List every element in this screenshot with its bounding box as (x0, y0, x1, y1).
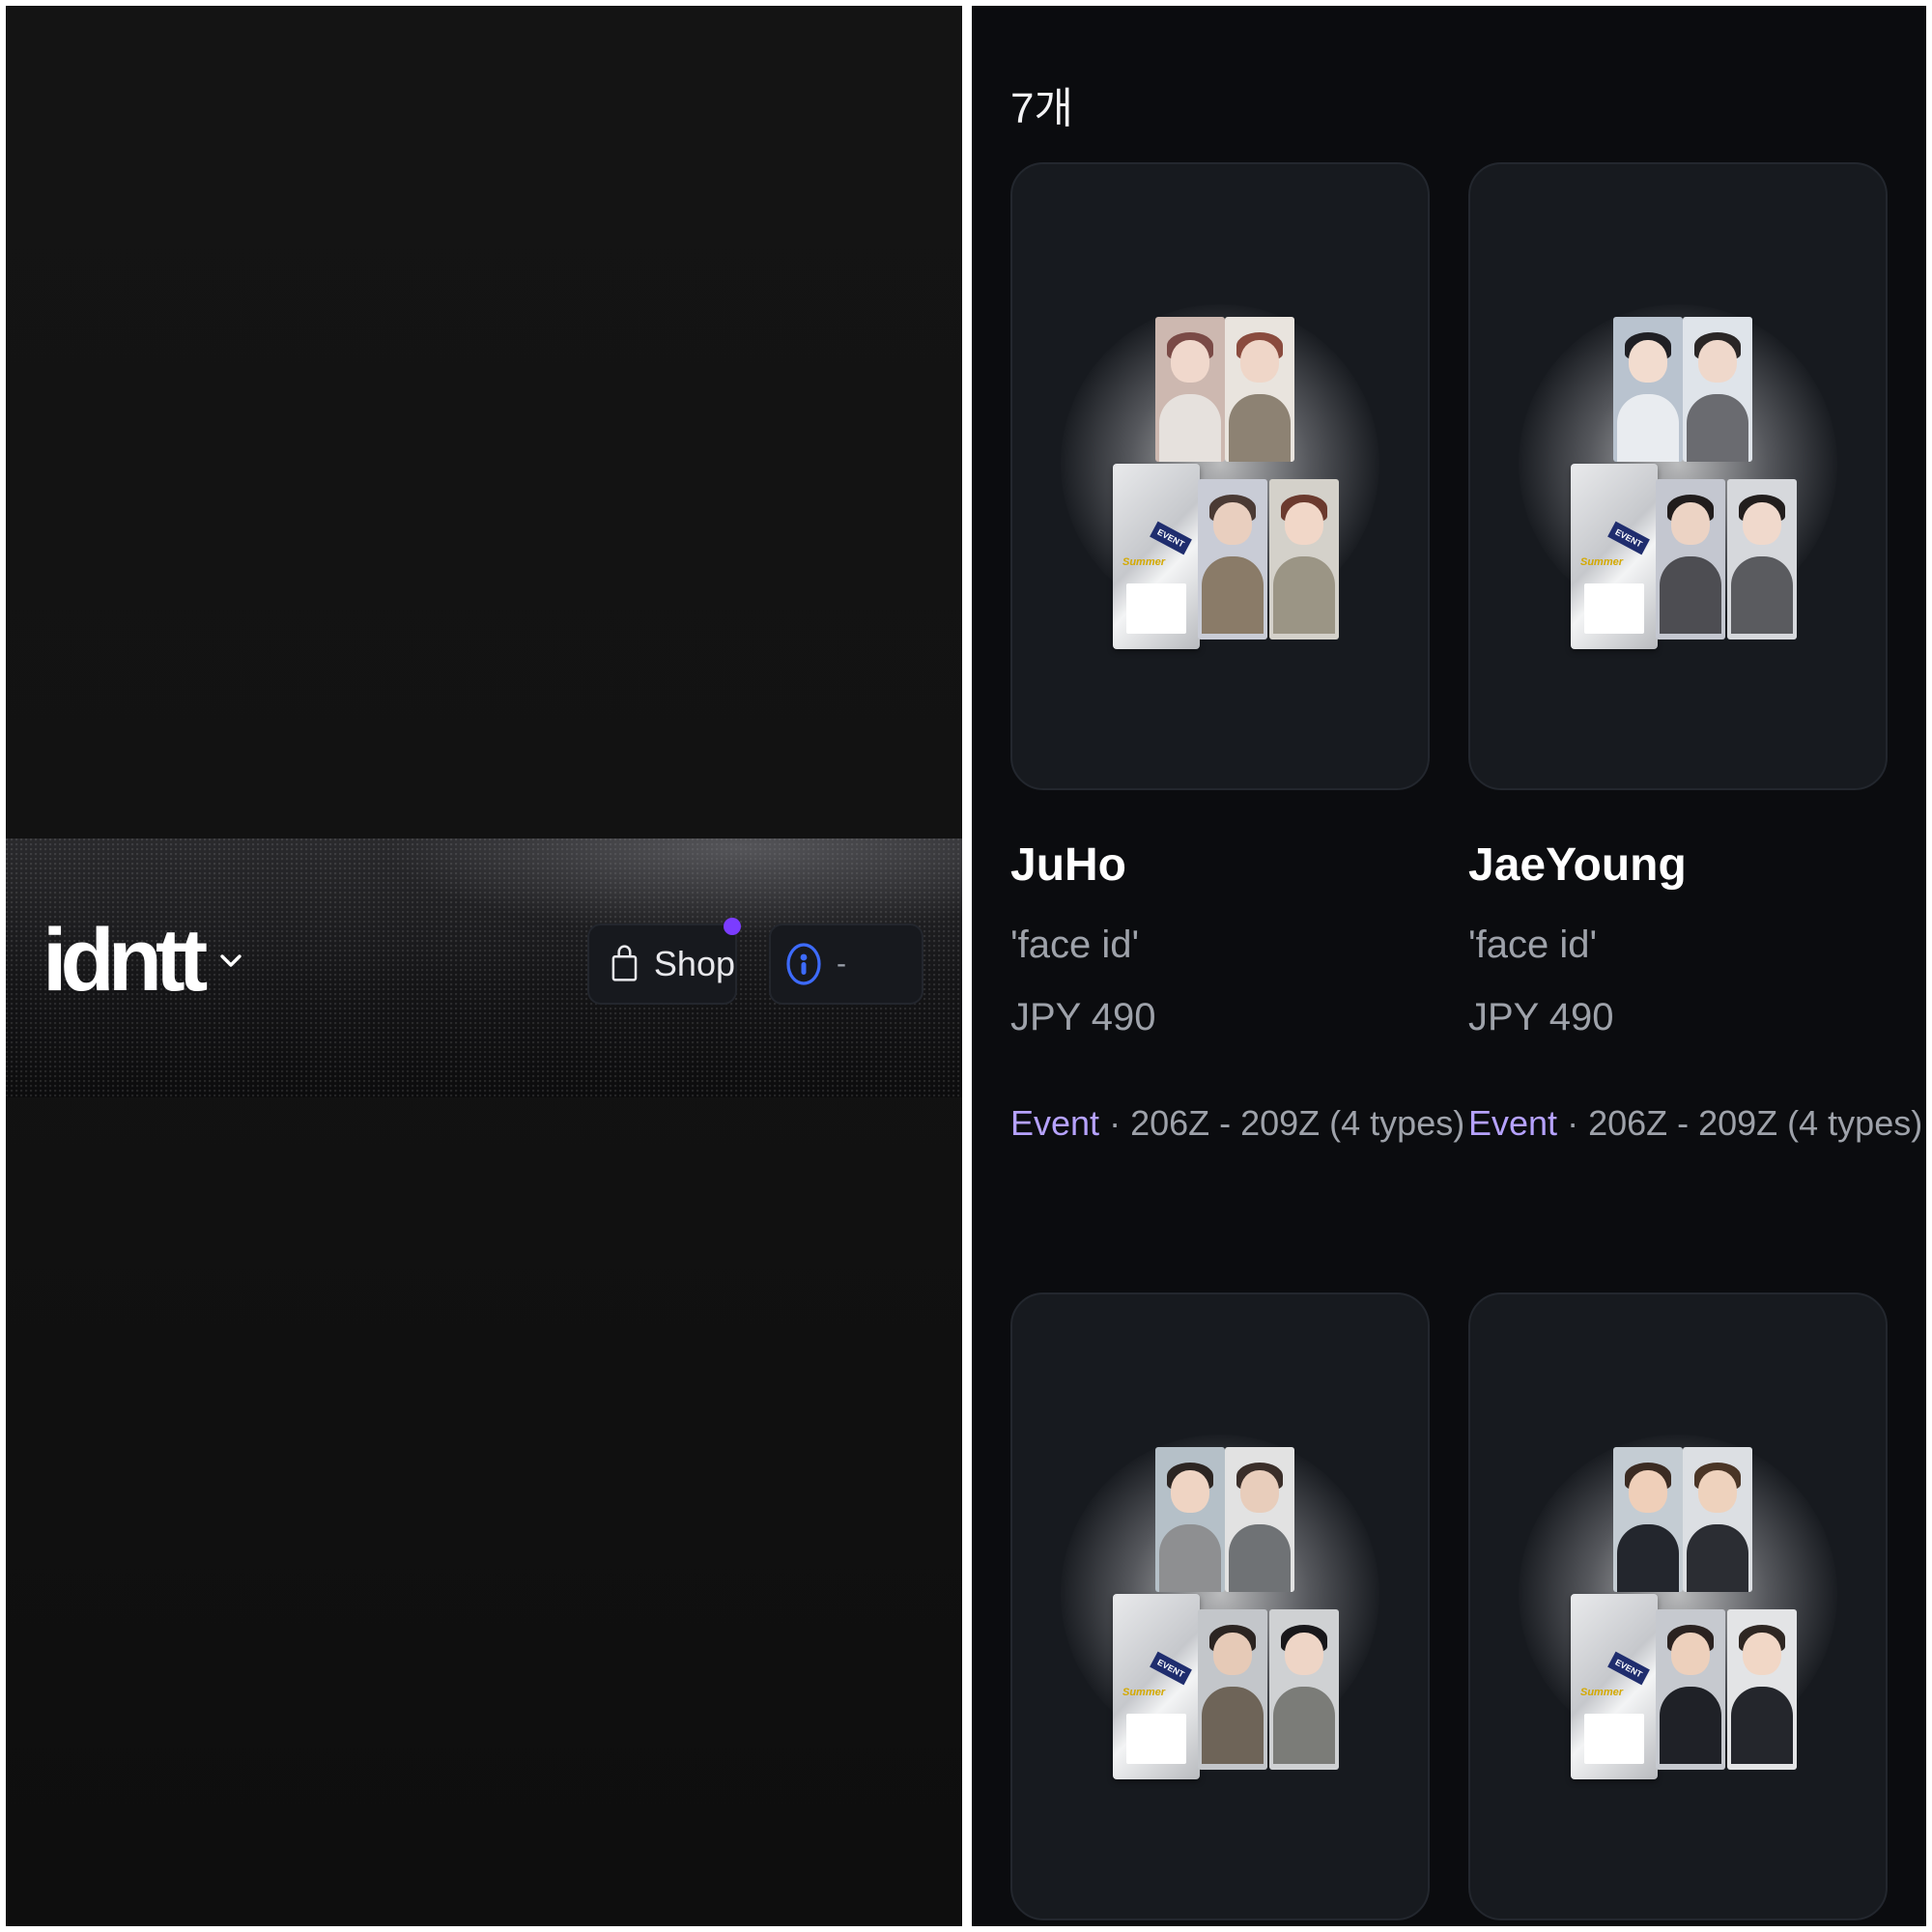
photocard-image (1683, 317, 1752, 462)
product-image: EVENT Summer (1113, 317, 1341, 649)
product-card[interactable]: EVENT Summer (1468, 1293, 1888, 1920)
product-card[interactable]: EVENT Summer (1010, 1293, 1430, 1920)
product-subtitle: 'face id' (1010, 923, 1140, 966)
shop-label: Shop (653, 944, 735, 983)
shopping-bag-icon (611, 945, 638, 981)
product-card[interactable]: EVENT Summer (1468, 162, 1888, 790)
product-meta: Event · 206Z - 209Z (4 types) (1010, 1103, 1465, 1143)
product-price: JPY 490 (1468, 996, 1614, 1038)
photocard-image (1656, 479, 1725, 639)
brand-logo: idntt (43, 911, 208, 1009)
product-image: EVENT Summer (1571, 317, 1799, 649)
product-price: JPY 490 (1010, 996, 1156, 1038)
number-range: 206Z - 209Z (4 types) (1130, 1103, 1465, 1143)
event-tag: Event (1468, 1103, 1558, 1143)
event-tag: Event (1010, 1103, 1100, 1143)
item-count: 7개 (1010, 85, 1073, 132)
coin-balance-button[interactable]: - (769, 923, 923, 1005)
photocard-image (1269, 1609, 1339, 1770)
photocard-image (1613, 317, 1683, 462)
coin-icon (786, 943, 821, 985)
top-nav-bar: idntt Shop - (6, 838, 962, 1097)
photocard-pack: EVENT Summer (1113, 1594, 1200, 1779)
photocard-image (1613, 1447, 1683, 1592)
product-subtitle: 'face id' (1468, 923, 1598, 966)
photocard-image (1198, 1609, 1267, 1770)
product-meta: Event · 206Z - 209Z (4 types) (1468, 1103, 1923, 1143)
chevron-down-icon (220, 954, 242, 967)
notification-dot (724, 918, 741, 935)
product-image: EVENT Summer (1571, 1447, 1799, 1779)
photocard-image (1225, 1447, 1294, 1592)
photocard-image (1225, 317, 1294, 462)
photocard-pack: EVENT Summer (1113, 464, 1200, 649)
photocard-pack: EVENT Summer (1571, 464, 1658, 649)
photocard-pack: EVENT Summer (1571, 1594, 1658, 1779)
photocard-image (1155, 317, 1225, 462)
product-card[interactable]: EVENT Summer (1010, 162, 1430, 790)
photocard-image (1269, 479, 1339, 639)
product-name: JuHo (1010, 839, 1126, 891)
photocard-image (1683, 1447, 1752, 1592)
photocard-image (1198, 479, 1267, 639)
product-image: EVENT Summer (1113, 1447, 1341, 1779)
left-screen: idntt Shop - (6, 6, 962, 1926)
right-screen: 7개 EVENT Summer JuHo 'face id' JPY 490 E… (972, 6, 1926, 1926)
shop-button[interactable]: Shop (587, 918, 741, 1005)
product-name: JaeYoung (1468, 839, 1687, 891)
coin-balance: - (837, 948, 846, 980)
number-range: 206Z - 209Z (4 types) (1588, 1103, 1923, 1143)
photocard-image (1727, 1609, 1797, 1770)
photocard-image (1727, 479, 1797, 639)
brand-switcher[interactable]: idntt (43, 916, 245, 1005)
photocard-image (1656, 1609, 1725, 1770)
photocard-image (1155, 1447, 1225, 1592)
